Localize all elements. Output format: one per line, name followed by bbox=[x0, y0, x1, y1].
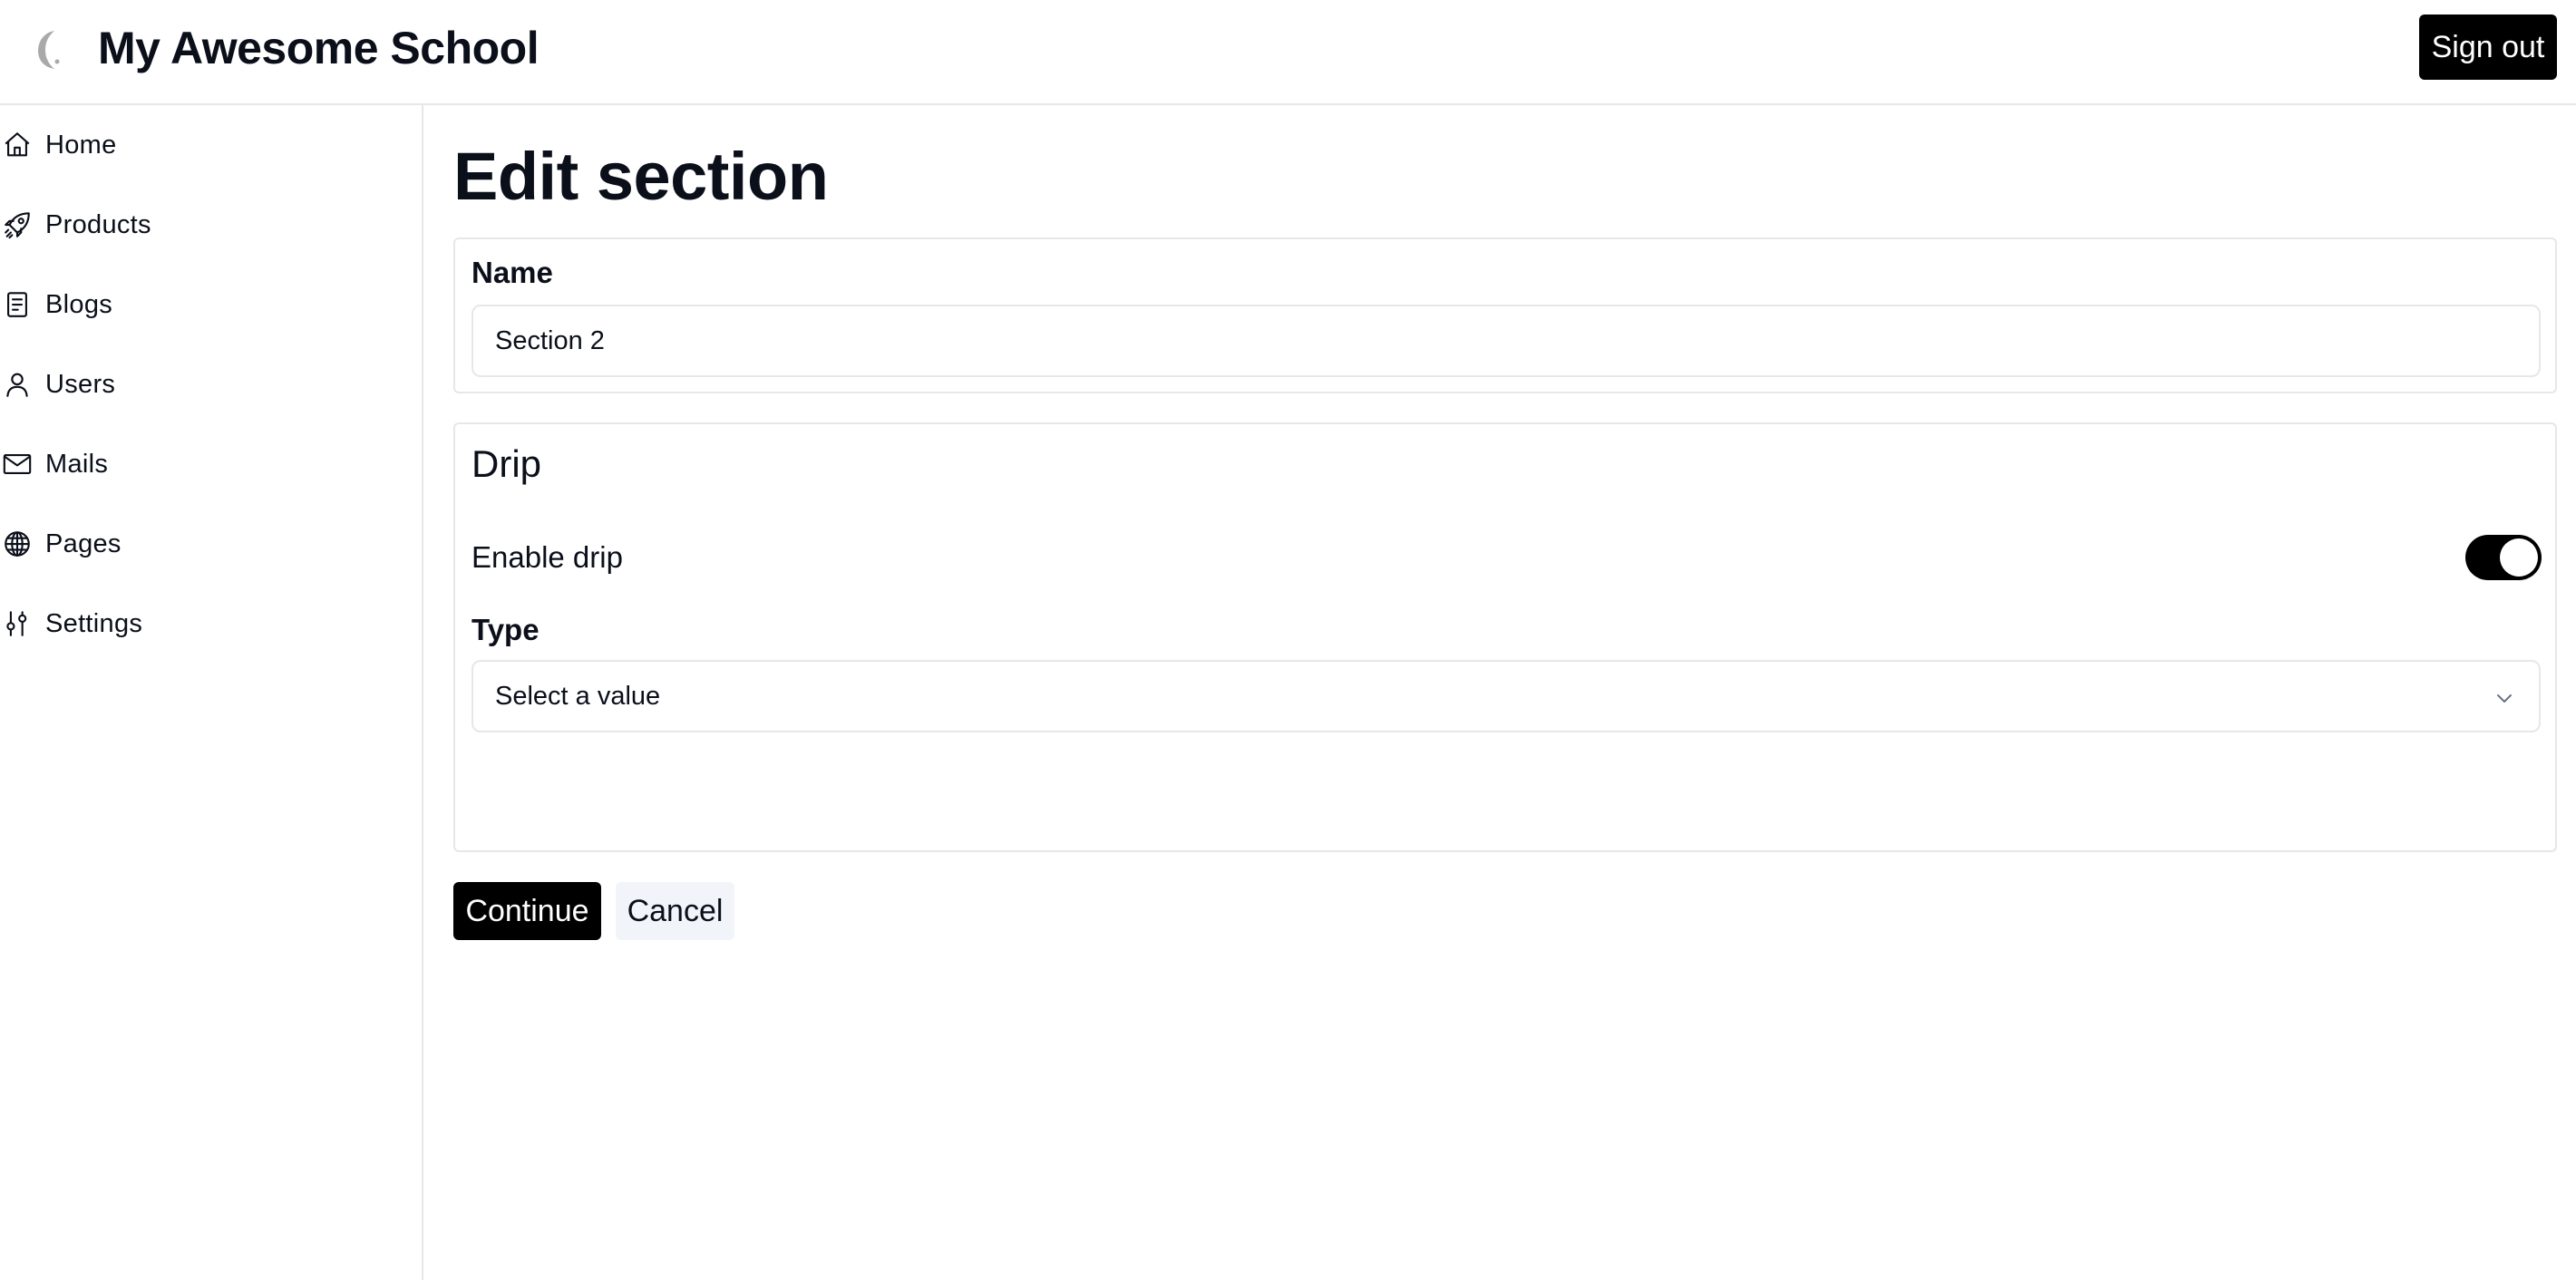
sidebar: Home Products Blogs Users Mails Pages Se… bbox=[0, 105, 423, 1280]
sidebar-item-label: Home bbox=[45, 130, 117, 160]
type-select[interactable]: Select a value bbox=[471, 660, 2541, 732]
crescent-logo-icon bbox=[38, 31, 60, 69]
user-icon bbox=[6, 373, 28, 397]
rocket-icon bbox=[5, 212, 30, 239]
type-select-value: Select a value bbox=[495, 682, 661, 711]
cancel-button[interactable]: Cancel bbox=[616, 882, 734, 940]
drip-card: Drip Enable drip Type Select a value bbox=[453, 422, 2557, 852]
sidebar-item-settings[interactable]: Settings bbox=[0, 596, 399, 651]
sidebar-item-label: Blogs bbox=[45, 289, 113, 319]
sidebar-item-label: Settings bbox=[45, 608, 143, 638]
sidebar-item-products[interactable]: Products bbox=[0, 198, 399, 252]
sidebar-item-blogs[interactable]: Blogs bbox=[0, 277, 399, 332]
sidebar-item-pages[interactable]: Pages bbox=[0, 517, 399, 571]
sidebar-item-home[interactable]: Home bbox=[0, 118, 399, 172]
drip-heading: Drip bbox=[471, 442, 542, 485]
sign-out-button[interactable]: Sign out bbox=[2419, 15, 2557, 80]
document-icon bbox=[7, 292, 27, 317]
page-title: Edit section bbox=[453, 139, 829, 214]
sidebar-item-users[interactable]: Users bbox=[0, 357, 399, 412]
sidebar-item-label: Pages bbox=[45, 528, 122, 558]
home-icon bbox=[5, 132, 30, 157]
type-label: Type bbox=[471, 613, 540, 646]
toggle-knob bbox=[2500, 538, 2538, 577]
sidebar-item-label: Products bbox=[45, 209, 151, 239]
envelope-icon bbox=[3, 454, 32, 474]
continue-button[interactable]: Continue bbox=[453, 882, 601, 940]
chevron-down-icon bbox=[2497, 694, 2512, 703]
top-bar: My Awesome School Sign out bbox=[0, 0, 2576, 105]
name-input[interactable] bbox=[471, 305, 2541, 377]
enable-drip-label: Enable drip bbox=[471, 540, 623, 574]
sidebar-item-mails[interactable]: Mails bbox=[0, 437, 399, 491]
globe-icon bbox=[5, 531, 30, 557]
sidebar-item-label: Users bbox=[45, 369, 116, 399]
name-card: Name bbox=[453, 238, 2557, 393]
enable-drip-toggle[interactable] bbox=[2465, 535, 2542, 580]
sliders-icon bbox=[6, 611, 27, 636]
name-label: Name bbox=[471, 256, 553, 289]
sidebar-item-label: Mails bbox=[45, 449, 109, 479]
app-title: My Awesome School bbox=[98, 23, 540, 73]
